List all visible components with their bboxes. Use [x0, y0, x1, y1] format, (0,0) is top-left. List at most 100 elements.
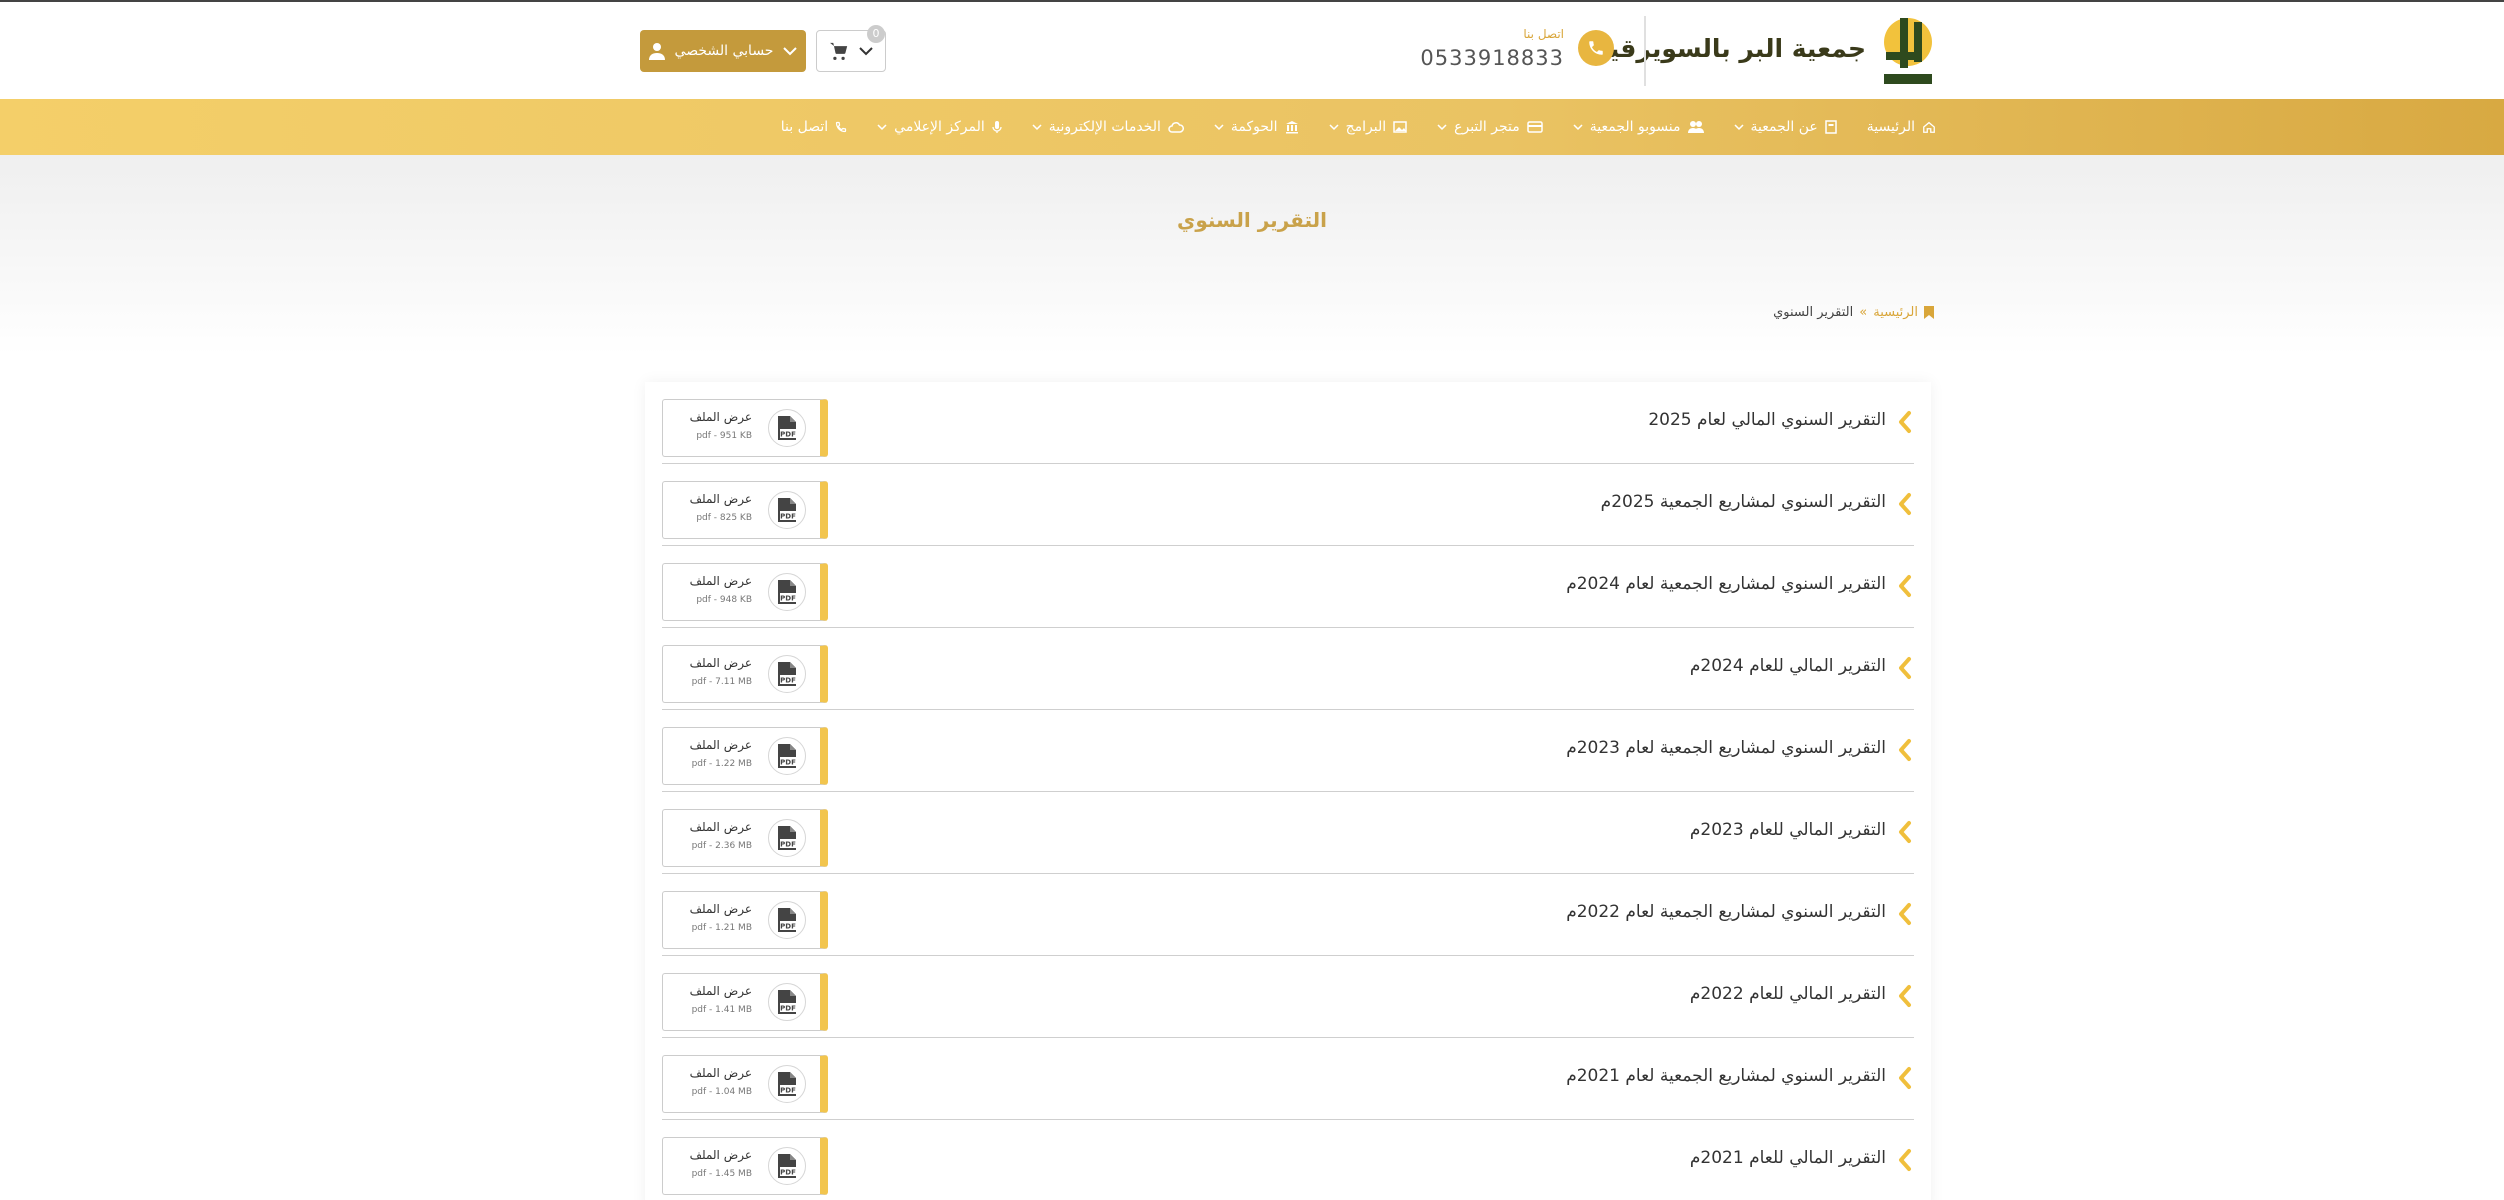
- file-label: عرض الملف: [689, 1066, 752, 1080]
- pdf-icon: PDF: [768, 1147, 806, 1185]
- card-icon: [1526, 121, 1543, 133]
- nav-item-label: اتصل بنا: [780, 119, 829, 135]
- view-file-button[interactable]: PDF عرض الملف pdf - 1.04 MB: [662, 1055, 828, 1113]
- view-file-button[interactable]: PDF عرض الملف pdf - 2.36 MB: [662, 809, 828, 867]
- nav-item-label: البرامج: [1345, 119, 1387, 135]
- view-file-button[interactable]: PDF عرض الملف pdf - 825 KB: [662, 481, 828, 539]
- report-row[interactable]: التقرير السنوي المالي لعام 2025 PDF عرض …: [662, 382, 1914, 464]
- file-meta: pdf - 1.22 MB: [691, 759, 752, 769]
- nav-item-e-services[interactable]: الخدمات الإلكترونية: [1032, 119, 1184, 135]
- pdf-icon: PDF: [768, 737, 806, 775]
- nav-item-programs[interactable]: البرامج: [1329, 119, 1408, 135]
- report-row[interactable]: التقرير السنوي لمشاريع الجمعية لعام 2024…: [662, 546, 1914, 628]
- report-title[interactable]: التقرير السنوي لمشاريع الجمعية لعام 2024…: [1566, 574, 1886, 594]
- chevron-down-icon: [1437, 124, 1447, 131]
- nav-item-donation-store[interactable]: متجر التبرع: [1437, 119, 1543, 135]
- pdf-icon: PDF: [768, 409, 806, 447]
- file-label: عرض الملف: [689, 820, 752, 834]
- view-file-button[interactable]: PDF عرض الملف pdf - 1.45 MB: [662, 1137, 828, 1195]
- bookmark-icon: [1924, 306, 1934, 319]
- svg-text:PDF: PDF: [780, 513, 796, 521]
- report-title[interactable]: التقرير المالي للعام 2022م: [1690, 984, 1886, 1004]
- report-title[interactable]: التقرير المالي للعام 2024م: [1690, 656, 1886, 676]
- pdf-icon: PDF: [768, 819, 806, 857]
- file-label: عرض الملف: [689, 492, 752, 506]
- chevron-left-icon: [1899, 821, 1911, 843]
- file-label: عرض الملف: [689, 902, 752, 916]
- chevron-left-icon: [1899, 1149, 1911, 1171]
- user-icon: [648, 43, 665, 60]
- breadcrumb-home-link[interactable]: الرئيسية: [1873, 305, 1918, 320]
- report-title[interactable]: التقرير السنوي المالي لعام 2025: [1648, 410, 1886, 430]
- report-row[interactable]: التقرير السنوي لمشاريع الجمعية لعام 2021…: [662, 1038, 1914, 1120]
- header-inner: جمعية البر بالسويرقية اتصل بنا 053391883…: [636, 2, 1936, 102]
- page: جمعية البر بالسويرقية اتصل بنا 053391883…: [0, 0, 2504, 1200]
- chevron-down-icon: [783, 47, 798, 56]
- svg-text:PDF: PDF: [780, 431, 796, 439]
- report-row[interactable]: التقرير السنوي لمشاريع الجمعية 2025م PDF…: [662, 464, 1914, 546]
- nav-item-label: الخدمات الإلكترونية: [1048, 119, 1161, 135]
- nav-item-contact[interactable]: اتصل بنا: [781, 119, 847, 135]
- report-row[interactable]: التقرير السنوي لمشاريع الجمعية لعام 2022…: [662, 874, 1914, 956]
- org-logo[interactable]: [1880, 12, 1936, 90]
- pdf-icon: PDF: [768, 983, 806, 1021]
- report-row[interactable]: التقرير السنوي لمشاريع الجمعية لعام 2023…: [662, 710, 1914, 792]
- chevron-left-icon: [1899, 657, 1911, 679]
- view-file-button[interactable]: PDF عرض الملف pdf - 1.22 MB: [662, 727, 828, 785]
- chevron-down-icon: [1214, 124, 1224, 131]
- chevron-left-icon: [1899, 1067, 1911, 1089]
- view-file-button[interactable]: PDF عرض الملف pdf - 1.21 MB: [662, 891, 828, 949]
- svg-text:PDF: PDF: [780, 923, 796, 931]
- nav-item-label: منسوبو الجمعية: [1589, 119, 1681, 135]
- cart-button[interactable]: 0: [816, 25, 886, 72]
- nav-item-label: الحوكمة: [1230, 119, 1278, 135]
- report-title[interactable]: التقرير السنوي لمشاريع الجمعية لعام 2022…: [1566, 902, 1886, 922]
- pdf-icon: PDF: [768, 1065, 806, 1103]
- file-label: عرض الملف: [689, 1148, 752, 1162]
- breadcrumb-separator: »: [1859, 305, 1868, 320]
- header-divider: [1644, 16, 1646, 86]
- report-row[interactable]: التقرير المالي للعام 2023م PDF عرض الملف…: [662, 792, 1914, 874]
- file-meta: pdf - 948 KB: [696, 595, 752, 605]
- file-meta: pdf - 825 KB: [696, 513, 752, 523]
- chevron-down-icon: [1329, 124, 1339, 131]
- file-meta: pdf - 1.41 MB: [691, 1005, 752, 1015]
- report-row[interactable]: التقرير المالي للعام 2021م PDF عرض الملف…: [662, 1120, 1914, 1200]
- top-header: جمعية البر بالسويرقية اتصل بنا 053391883…: [0, 0, 2504, 100]
- account-button[interactable]: حسابي الشخصي: [640, 30, 806, 72]
- report-row[interactable]: التقرير المالي للعام 2024م PDF عرض الملف…: [662, 628, 1914, 710]
- nav-item-label: المركز الإعلامي: [894, 119, 985, 135]
- view-file-button[interactable]: PDF عرض الملف pdf - 7.11 MB: [662, 645, 828, 703]
- svg-text:PDF: PDF: [780, 595, 796, 603]
- report-title[interactable]: التقرير المالي للعام 2023م: [1690, 820, 1886, 840]
- image-icon: [1393, 121, 1407, 133]
- nav-item-home[interactable]: الرئيسية: [1867, 119, 1936, 135]
- report-title[interactable]: التقرير السنوي لمشاريع الجمعية لعام 2023…: [1566, 738, 1886, 758]
- svg-text:PDF: PDF: [780, 841, 796, 849]
- phone-number[interactable]: 0533918833: [1420, 46, 1564, 70]
- report-title[interactable]: التقرير السنوي لمشاريع الجمعية لعام 2021…: [1566, 1066, 1886, 1086]
- nav-item-about[interactable]: عن الجمعية: [1734, 119, 1837, 135]
- nav-item-governance[interactable]: الحوكمة: [1214, 119, 1299, 135]
- file-meta: pdf - 2.36 MB: [691, 841, 752, 851]
- view-file-button[interactable]: PDF عرض الملف pdf - 1.41 MB: [662, 973, 828, 1031]
- svg-text:PDF: PDF: [780, 1087, 796, 1095]
- file-meta: pdf - 951 KB: [696, 431, 752, 441]
- phone-icon[interactable]: [1578, 30, 1614, 66]
- chevron-down-icon: [1734, 124, 1744, 131]
- view-file-button[interactable]: PDF عرض الملف pdf - 951 KB: [662, 399, 828, 457]
- file-meta: pdf - 1.45 MB: [691, 1169, 752, 1179]
- breadcrumb: الرئيسية » التقرير السنوي: [1773, 305, 1934, 320]
- page-title: التقرير السنوي: [1176, 208, 1328, 232]
- chevron-left-icon: [1899, 739, 1911, 761]
- report-title[interactable]: التقرير السنوي لمشاريع الجمعية 2025م: [1601, 492, 1886, 512]
- view-file-button[interactable]: PDF عرض الملف pdf - 948 KB: [662, 563, 828, 621]
- svg-text:PDF: PDF: [780, 677, 796, 685]
- nav-item-staff[interactable]: منسوبو الجمعية: [1573, 119, 1704, 135]
- svg-text:PDF: PDF: [780, 1169, 796, 1177]
- page-hero: [0, 155, 2504, 355]
- report-row[interactable]: التقرير المالي للعام 2022م PDF عرض الملف…: [662, 956, 1914, 1038]
- nav-item-media-center[interactable]: المركز الإعلامي: [877, 119, 1002, 135]
- report-title[interactable]: التقرير المالي للعام 2021م: [1690, 1148, 1886, 1168]
- org-name: جمعية البر بالسويرقية: [1594, 34, 1866, 63]
